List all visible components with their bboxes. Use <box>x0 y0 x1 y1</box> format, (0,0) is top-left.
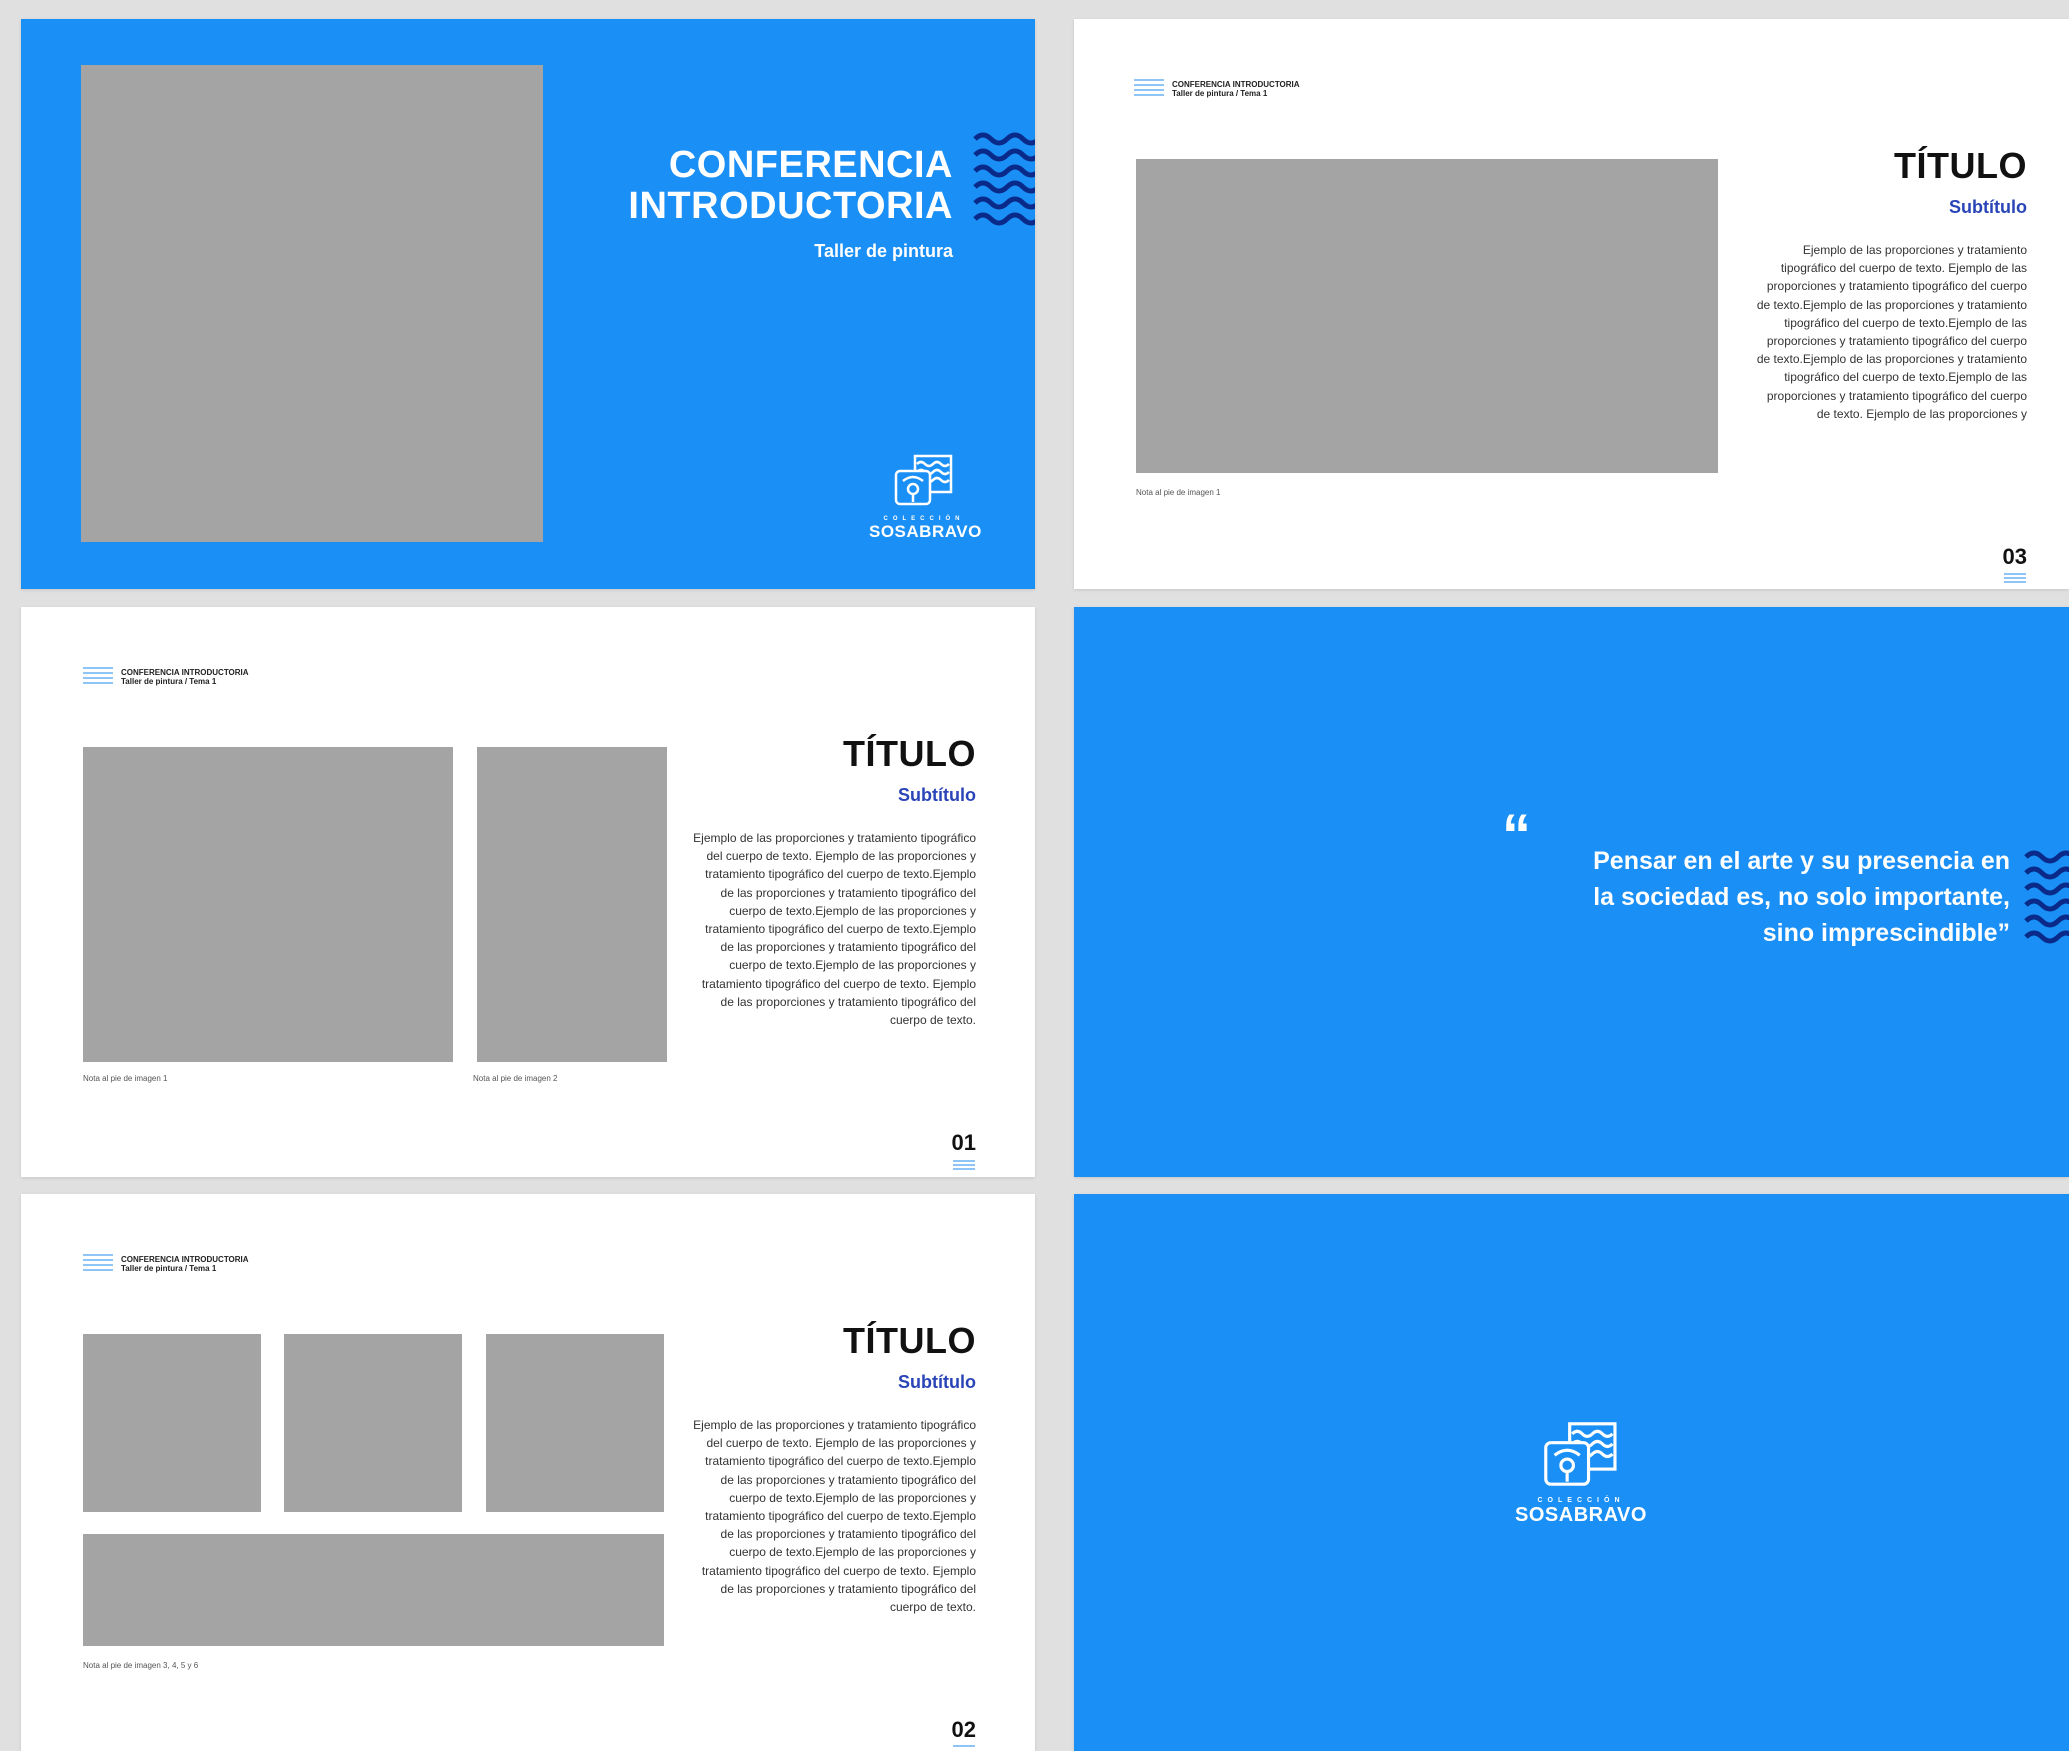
slide-title: TÍTULO <box>843 1320 976 1361</box>
header-line2: Taller de pintura / Tema 1 <box>1172 89 1268 98</box>
slide-03[interactable]: CONFERENCIA INTRODUCTORIA Taller de pint… <box>1074 19 2069 589</box>
waves-icon <box>2024 850 2069 944</box>
page-bar-icon <box>953 1745 975 1751</box>
slide-subtitle: Subtítulo <box>898 785 976 805</box>
logo-name: SOSABRAVO <box>1515 1504 1647 1526</box>
cover-image-placeholder <box>81 65 543 542</box>
slide-02[interactable]: CONFERENCIA INTRODUCTORIA Taller de pint… <box>21 1194 1035 1751</box>
page-bar-icon <box>953 1160 975 1172</box>
cover-title-line2: INTRODUCTORIA <box>628 185 953 227</box>
header-line1: CONFERENCIA INTRODUCTORIA <box>121 1255 249 1264</box>
quote-line1: Pensar en el arte y su presencia en <box>1593 847 2010 875</box>
page-number: 02 <box>951 1717 976 1742</box>
logo-emblem-icon <box>894 454 953 506</box>
slide-body-text: Ejemplo de las proporciones y tratamient… <box>693 831 976 1028</box>
slide-header: CONFERENCIA INTRODUCTORIA Taller de pint… <box>83 1253 249 1275</box>
slide-cover[interactable]: CONFERENCIA INTRODUCTORIA Taller de pint… <box>21 19 1035 589</box>
slide-quote[interactable]: “ Pensar en el arte y su presencia en la… <box>1074 607 2069 1177</box>
sosabravo-logo: COLECCIÓN SOSABRAVO <box>869 453 982 542</box>
cover-subtitle: Taller de pintura <box>814 241 953 261</box>
image-placeholder-2 <box>477 747 667 1062</box>
slide-body-text: Ejemplo de las proporciones y tratamient… <box>693 1418 976 1615</box>
sosabravo-logo: COLECCIÓN SOSABRAVO <box>1506 1420 1656 1527</box>
waves-icon <box>973 132 1035 226</box>
slide-subtitle: Subtítulo <box>1949 197 2027 217</box>
page-number: 01 <box>951 1130 976 1155</box>
image-caption-1: Nota al pie de imagen 3, 4, 5 y 6 <box>83 1661 199 1670</box>
slide-subtitle: Subtítulo <box>898 1372 976 1392</box>
header-lines-icon <box>1134 78 1164 100</box>
header-line1: CONFERENCIA INTRODUCTORIA <box>121 668 249 677</box>
header-line2: Taller de pintura / Tema 1 <box>121 1264 217 1273</box>
image-placeholder-4 <box>284 1334 462 1512</box>
slide-body-text: Ejemplo de las proporciones y tratamient… <box>1756 243 2027 421</box>
header-lines-icon <box>83 1253 113 1275</box>
page-number: 03 <box>2002 544 2027 569</box>
image-placeholder-3 <box>83 1334 261 1512</box>
image-caption-2: Nota al pie de imagen 2 <box>473 1074 558 1083</box>
slide-header: CONFERENCIA INTRODUCTORIA Taller de pint… <box>1134 78 1300 100</box>
image-placeholder-6 <box>83 1534 664 1646</box>
quote-line3: sino imprescindible” <box>1762 919 2010 947</box>
logo-coleccion: COLECCIÓN <box>1537 1497 1625 1504</box>
slide-title: TÍTULO <box>843 733 976 774</box>
logo-emblem-icon <box>1544 1422 1617 1486</box>
image-caption-1: Nota al pie de imagen 1 <box>83 1074 168 1083</box>
slide-title: TÍTULO <box>1894 145 2027 186</box>
slide-header: CONFERENCIA INTRODUCTORIA Taller de pint… <box>83 666 249 688</box>
header-line2: Taller de pintura / Tema 1 <box>121 677 217 686</box>
image-placeholder-1 <box>83 747 453 1062</box>
quote-line2: la sociedad es, no solo importante, <box>1593 883 2010 911</box>
logo-name: SOSABRAVO <box>869 522 982 541</box>
slide-01[interactable]: CONFERENCIA INTRODUCTORIA Taller de pint… <box>21 607 1035 1177</box>
image-placeholder-5 <box>486 1334 664 1512</box>
page-bar-icon <box>2004 573 2026 585</box>
cover-title: CONFERENCIA INTRODUCTORIA <box>628 145 953 227</box>
quote-text: Pensar en el arte y su presencia en la s… <box>1593 843 2010 951</box>
cover-title-line1: CONFERENCIA <box>668 144 953 186</box>
image-placeholder-1 <box>1136 159 1718 473</box>
header-line1: CONFERENCIA INTRODUCTORIA <box>1172 80 1300 89</box>
header-lines-icon <box>83 666 113 688</box>
image-caption-1: Nota al pie de imagen 1 <box>1136 488 1221 497</box>
quote-mark: “ <box>1502 803 1531 868</box>
slide-logo[interactable]: COLECCIÓN SOSABRAVO <box>1074 1194 2069 1751</box>
